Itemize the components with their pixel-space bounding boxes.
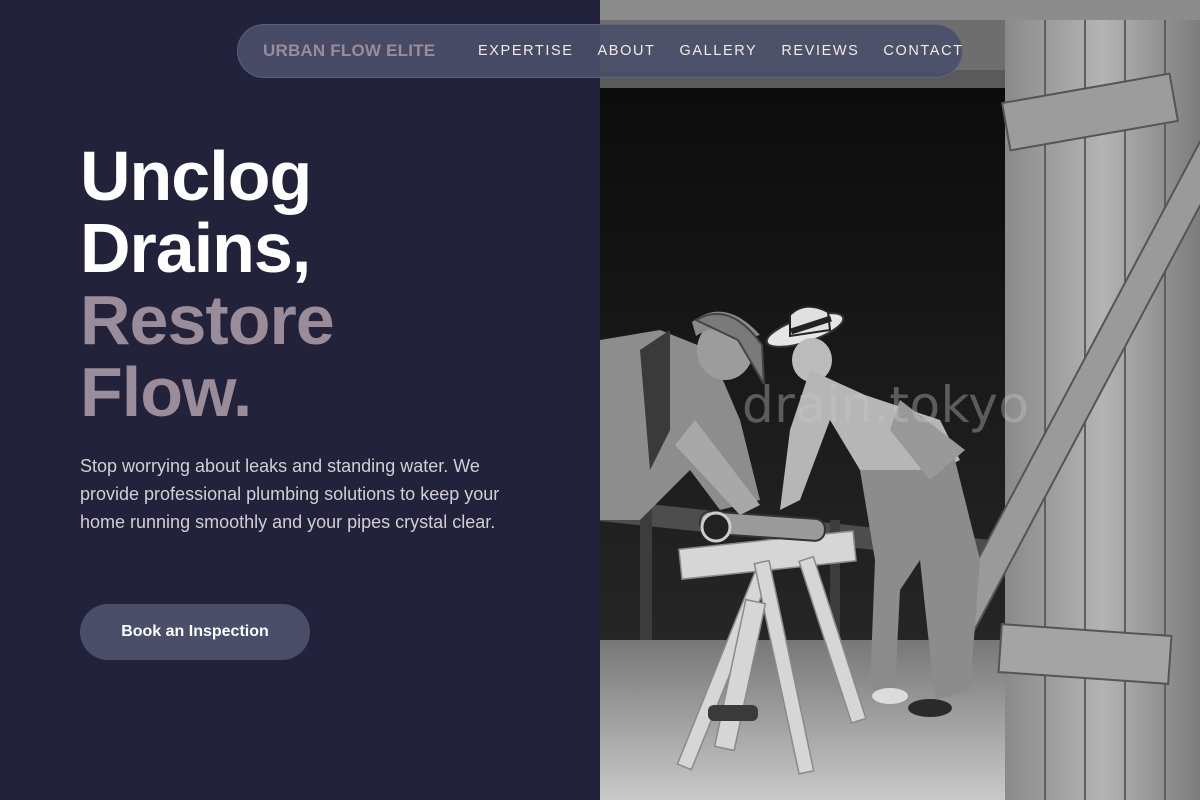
brand-logo[interactable]: URBAN FLOW ELITE [263, 41, 435, 61]
hero-panel: Unclog Drains, Restore Flow. Stop worryi… [0, 0, 600, 800]
photo-watermark: drain.tokyo [742, 376, 1030, 434]
nav-link-gallery[interactable]: GALLERY [679, 43, 757, 59]
main-navigation: URBAN FLOW ELITE EXPERTISE ABOUT GALLERY… [237, 24, 963, 78]
hero-photo: drain.tokyo [600, 0, 1200, 800]
headline-line: Flow. [80, 353, 252, 431]
headline-line: Unclog [80, 137, 312, 215]
nav-link-reviews[interactable]: REVIEWS [781, 43, 859, 59]
nav-link-about[interactable]: ABOUT [598, 43, 656, 59]
headline-line: Restore [80, 281, 335, 359]
nav-links: EXPERTISE ABOUT GALLERY REVIEWS CONTACT [478, 43, 988, 59]
nav-link-contact[interactable]: CONTACT [883, 43, 963, 59]
book-inspection-button[interactable]: Book an Inspection [80, 604, 310, 660]
nav-link-expertise[interactable]: EXPERTISE [478, 43, 574, 59]
hero-description: Stop worrying about leaks and standing w… [80, 456, 500, 532]
hero-headline: Unclog Drains, Restore Flow. [80, 137, 335, 431]
headline-line: Drains, [80, 209, 311, 287]
